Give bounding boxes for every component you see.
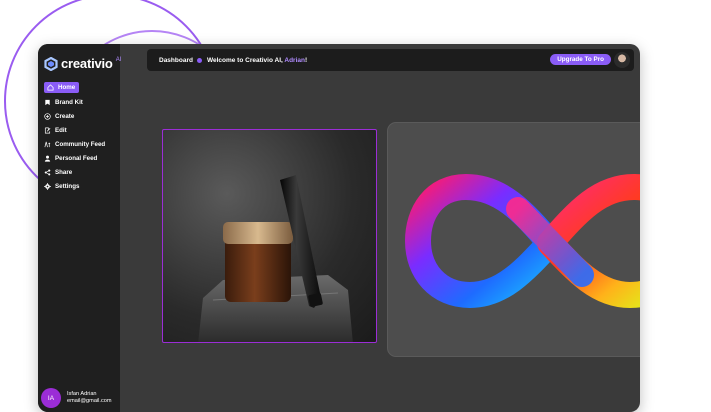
sidebar-item-label: Brand Kit <box>55 98 83 106</box>
welcome-prefix: Welcome to Creativio AI, <box>206 56 285 64</box>
sidebar-item-create[interactable]: Create <box>44 111 118 121</box>
user-name: Isfan Adrian <box>67 391 97 397</box>
gear-icon <box>44 183 51 190</box>
breadcrumb-dot-icon <box>196 57 202 63</box>
avatar: IA <box>41 388 61 408</box>
share-icon <box>44 169 51 176</box>
user-profile[interactable]: IA Isfan Adrian email@gmail.com <box>41 388 112 408</box>
sidebar: creativio AI Home Brand Kit Create Edit … <box>38 44 121 412</box>
sidebar-item-home[interactable]: Home <box>44 82 79 93</box>
avatar[interactable] <box>614 52 630 68</box>
community-icon <box>44 141 51 148</box>
product-image <box>198 175 353 342</box>
create-icon <box>44 113 51 120</box>
person-icon <box>44 155 51 162</box>
sidebar-item-label: Home <box>58 84 76 91</box>
sidebar-item-label: Settings <box>55 183 80 191</box>
sidebar-item-label: Create <box>55 112 75 120</box>
welcome-suffix: ! <box>304 56 308 64</box>
edit-icon <box>44 127 51 134</box>
product-photo[interactable] <box>162 129 377 343</box>
sidebar-item-label: Edit <box>55 126 67 134</box>
creativio-logo-icon <box>44 56 58 71</box>
app-window: creativio AI Home Brand Kit Create Edit … <box>38 44 640 412</box>
brand[interactable]: creativio AI <box>44 56 121 71</box>
sidebar-item-personal-feed[interactable]: Personal Feed <box>44 153 118 163</box>
user-info: Isfan Adrian email@gmail.com <box>67 391 112 405</box>
brand-suffix: AI <box>115 57 122 63</box>
infinity-logo-card[interactable] <box>387 122 640 357</box>
sidebar-nav: Home Brand Kit Create Edit Community Fee… <box>44 82 118 196</box>
infinity-logo-icon <box>404 173 640 309</box>
sidebar-item-settings[interactable]: Settings <box>44 182 118 192</box>
welcome-name: Adrian <box>284 56 305 64</box>
home-icon <box>47 84 54 91</box>
welcome-message: Welcome to Creativio AI, Adrian! <box>207 57 307 64</box>
sidebar-item-label: Community Feed <box>55 140 106 148</box>
sidebar-item-label: Share <box>55 169 73 177</box>
sidebar-item-label: Personal Feed <box>55 154 98 162</box>
upgrade-button[interactable]: Upgrade To Pro <box>550 54 611 65</box>
sidebar-item-community-feed[interactable]: Community Feed <box>44 139 118 149</box>
brand-name: creativio <box>61 56 113 71</box>
brand-kit-icon <box>44 99 51 106</box>
top-bar: Dashboard Welcome to Creativio AI, Adria… <box>147 49 634 71</box>
sidebar-item-share[interactable]: Share <box>44 168 118 178</box>
user-email: email@gmail.com <box>67 398 112 404</box>
sidebar-item-brand-kit[interactable]: Brand Kit <box>44 97 118 107</box>
breadcrumb[interactable]: Dashboard <box>159 57 193 64</box>
sidebar-item-edit[interactable]: Edit <box>44 125 118 135</box>
